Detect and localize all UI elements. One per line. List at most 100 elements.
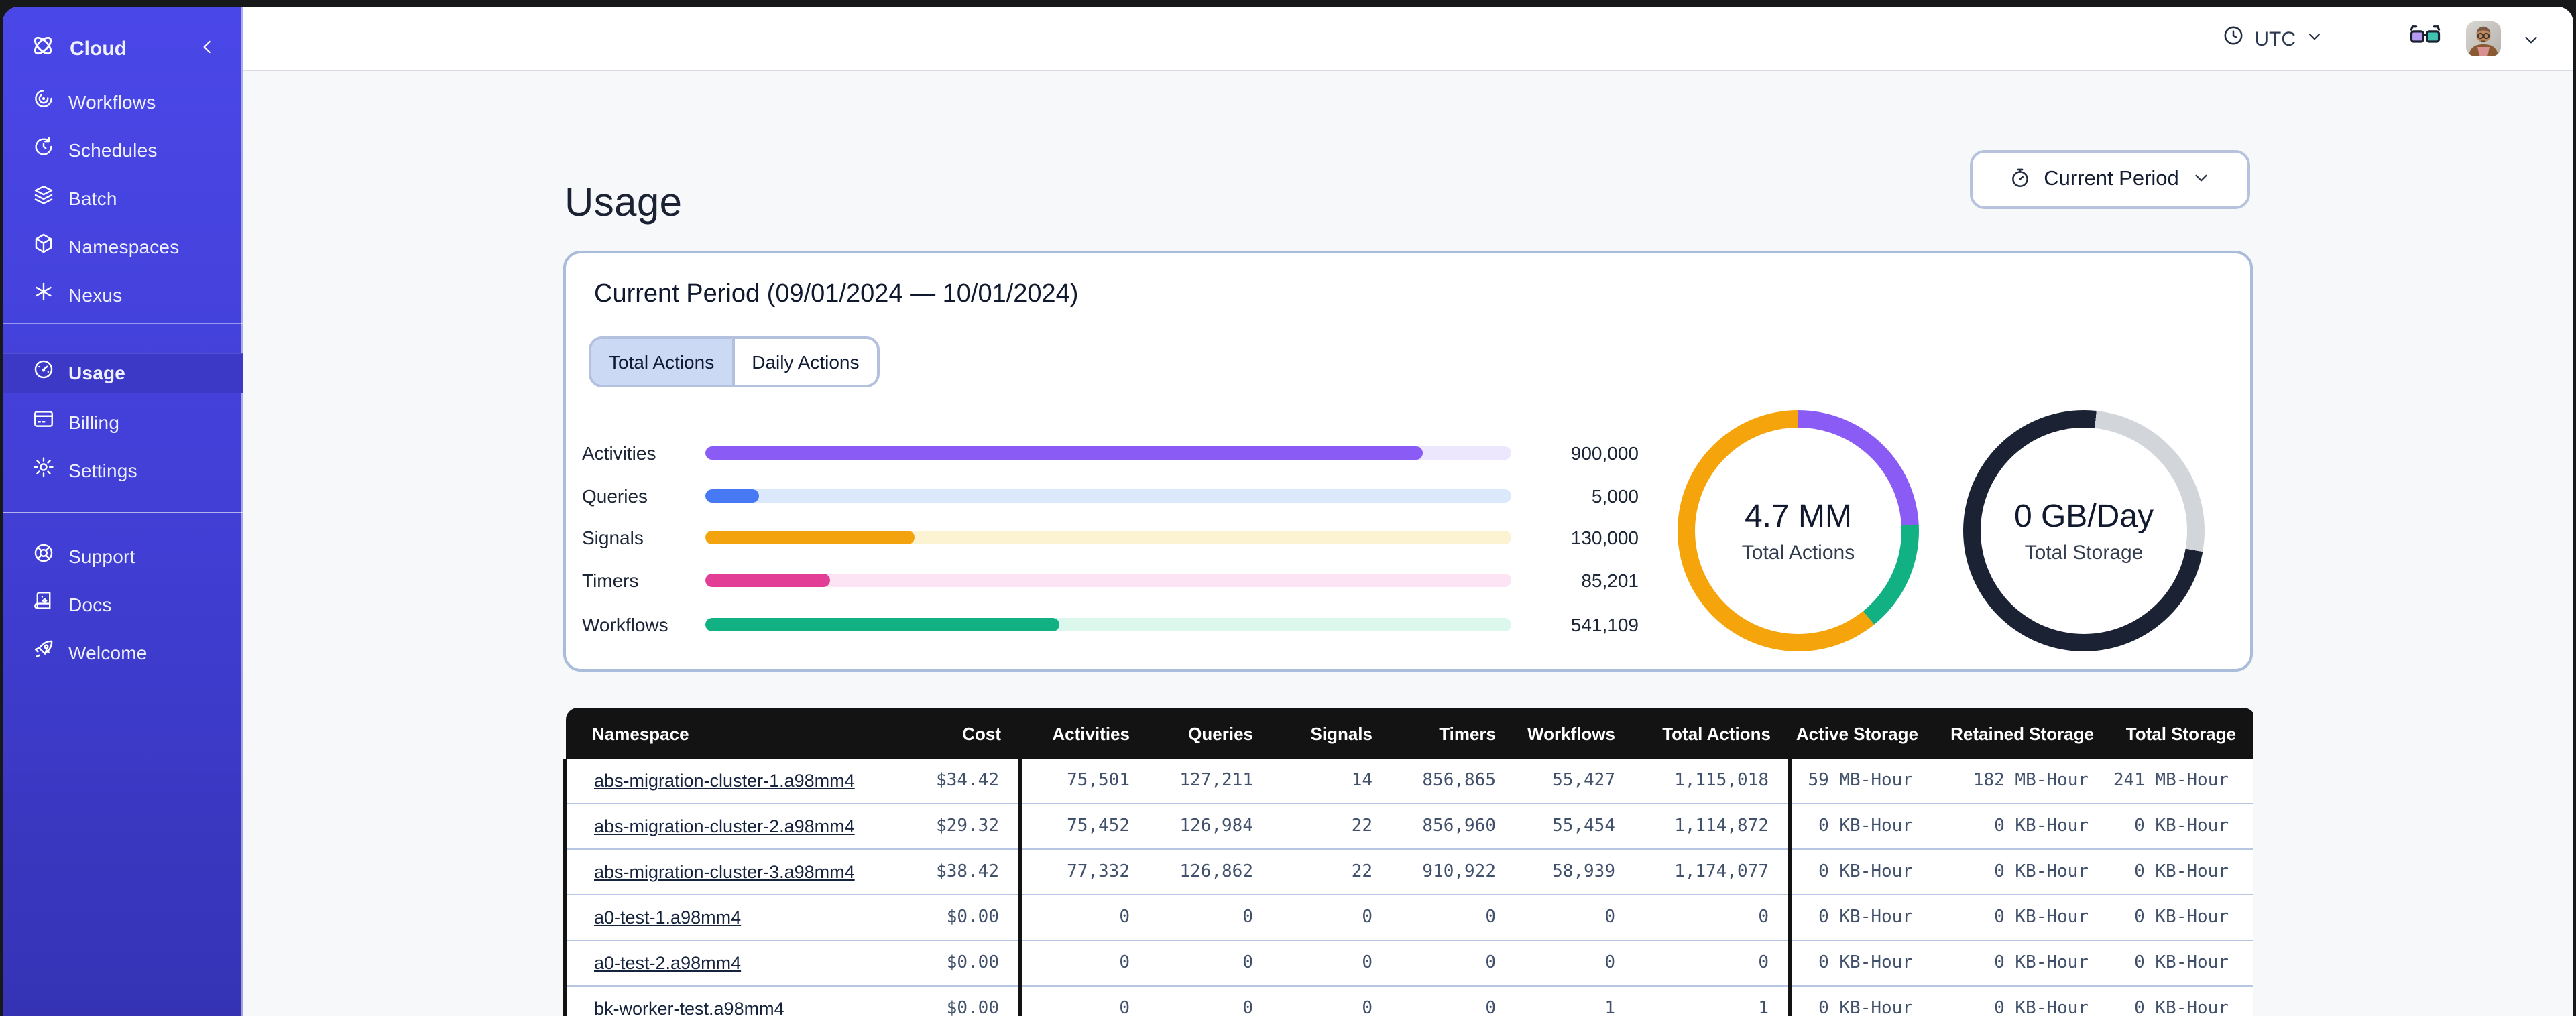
col-workflows: Workflows [1515, 708, 1634, 759]
namespace-link[interactable]: a0-test-2.a98mm4 [594, 953, 741, 973]
sidebar-item-welcome[interactable]: Welcome [3, 633, 243, 673]
table-header-row: Namespace Cost Activities Queries Signal… [565, 708, 2253, 759]
topbar: UTC [243, 7, 2573, 71]
clock-icon [2222, 24, 2245, 54]
cell-timers: 0 [1391, 894, 1515, 940]
cell-total-actions: 1,174,077 [1634, 848, 1792, 895]
bar-row-workflows: Workflows 541,109 [582, 611, 1641, 638]
nexus-icon [32, 280, 55, 310]
billing-icon [32, 407, 55, 437]
bar-track [705, 446, 1511, 460]
cell-workflows: 0 [1515, 940, 1634, 986]
cell-workflows: 58,939 [1515, 848, 1634, 895]
cell-signals: 0 [1272, 985, 1391, 1016]
bar-value: 85,201 [1581, 570, 1639, 591]
sidebar-item-settings[interactable]: Settings [3, 450, 243, 491]
cell-active-storage: 0 KB-Hour [1790, 940, 1937, 986]
bar-row-signals: Signals 130,000 [582, 524, 1641, 551]
bar-row-queries: Queries 5,000 [582, 483, 1641, 509]
namespace-link[interactable]: abs-migration-cluster-2.a98mm4 [594, 816, 855, 836]
timezone-selector[interactable]: UTC [2222, 7, 2324, 71]
cell-total-actions: 1,114,872 [1634, 803, 1792, 849]
cell-cost: $29.32 [860, 803, 1022, 849]
cell-total-storage: 0 KB-Hour [2113, 803, 2253, 849]
table-row: abs-migration-cluster-2.a98mm4 $29.32 75… [563, 803, 2253, 849]
app-window: Cloud Workflows Schedules Batch Namespac… [3, 7, 2573, 1016]
page-title: Usage [565, 181, 683, 226]
bar-value: 130,000 [1570, 527, 1639, 548]
cell-cost: $0.00 [860, 985, 1022, 1016]
col-total-storage: Total Storage [2113, 708, 2253, 759]
sidebar-brand[interactable]: Cloud [3, 28, 243, 68]
cell-retained-storage: 0 KB-Hour [1937, 985, 2113, 1016]
cell-cost: $38.42 [860, 848, 1022, 895]
collapse-sidebar-chevron[interactable] [197, 36, 219, 64]
cell-signals: 0 [1272, 894, 1391, 940]
sidebar-item-docs[interactable]: Docs [3, 584, 243, 625]
sidebar-item-support[interactable]: Support [3, 536, 243, 576]
avatar[interactable] [2466, 21, 2501, 56]
sidebar-item-label: Namespaces [68, 236, 180, 257]
col-signals: Signals [1272, 708, 1391, 759]
brand-label: Cloud [70, 37, 127, 60]
donut-label: Total Actions [1741, 541, 1855, 564]
cell-workflows: 55,427 [1515, 759, 1634, 804]
table-row: abs-migration-cluster-1.a98mm4 $34.42 75… [563, 759, 2253, 804]
cell-total-actions: 1,115,018 [1634, 759, 1792, 804]
sidebar-item-nexus[interactable]: Nexus [3, 275, 243, 315]
table-row: abs-migration-cluster-3.a98mm4 $38.42 77… [563, 848, 2253, 895]
user-menu-chevron[interactable] [2521, 29, 2541, 56]
sidebar-item-label: Billing [68, 411, 120, 433]
bar-value: 5,000 [1591, 485, 1639, 507]
cell-signals: 22 [1272, 803, 1391, 849]
bar-fill [705, 618, 1060, 631]
cell-activities: 75,501 [1020, 759, 1149, 804]
namespace-link[interactable]: abs-migration-cluster-1.a98mm4 [594, 771, 855, 791]
cell-timers: 910,922 [1391, 848, 1515, 895]
sidebar-item-label: Settings [68, 460, 137, 481]
period-selector-button[interactable]: Current Period [1970, 150, 2250, 209]
cell-queries: 126,984 [1149, 803, 1272, 849]
namespace-usage-table: Namespace Cost Activities Queries Signal… [563, 708, 2253, 1016]
col-namespace: Namespace [565, 708, 860, 759]
sidebar-item-billing[interactable]: Billing [3, 402, 243, 442]
welcome-icon [32, 638, 55, 668]
cell-workflows: 55,454 [1515, 803, 1634, 849]
docs-icon [32, 590, 55, 619]
cell-signals: 22 [1272, 848, 1391, 895]
bar-track [705, 574, 1511, 587]
sidebar-divider [3, 512, 243, 513]
sidebar-divider [3, 323, 243, 324]
bar-label: Activities [582, 442, 656, 464]
cell-total-storage: 0 KB-Hour [2113, 894, 2253, 940]
sidebar-item-batch[interactable]: Batch [3, 178, 243, 218]
tab-total-actions[interactable]: Total Actions [591, 339, 732, 385]
namespace-link[interactable]: a0-test-1.a98mm4 [594, 907, 741, 928]
cell-queries: 0 [1149, 985, 1272, 1016]
usage-icon [32, 358, 55, 387]
sidebar-item-workflows[interactable]: Workflows [3, 82, 243, 122]
cell-activities: 75,452 [1020, 803, 1149, 849]
cell-retained-storage: 0 KB-Hour [1937, 940, 2113, 986]
sidebar-item-label: Support [68, 546, 135, 567]
total-storage-donut: 0 GB/Day Total Storage [1963, 410, 2205, 651]
sidebar-item-usage[interactable]: Usage [3, 353, 243, 393]
bar-label: Timers [582, 570, 639, 591]
cell-retained-storage: 0 KB-Hour [1937, 894, 2113, 940]
col-cost: Cost [860, 708, 1020, 759]
sidebar-item-schedules[interactable]: Schedules [3, 130, 243, 170]
namespace-link[interactable]: abs-migration-cluster-3.a98mm4 [594, 862, 855, 882]
bar-track [705, 618, 1511, 631]
sidebar-item-namespaces[interactable]: Namespaces [3, 227, 243, 267]
tab-daily-actions[interactable]: Daily Actions [731, 339, 877, 385]
bar-row-activities: Activities 900,000 [582, 440, 1641, 466]
table-row: bk-worker-test.a98mm4 $0.00 0 0 0 0 1 1 … [563, 985, 2253, 1016]
namespace-link[interactable]: bk-worker-test.a98mm4 [594, 999, 784, 1016]
timezone-label: UTC [2254, 27, 2296, 50]
cell-total-storage: 241 MB-Hour [2113, 759, 2253, 804]
table-row: a0-test-2.a98mm4 $0.00 0 0 0 0 0 0 0 KB-… [563, 940, 2253, 986]
cell-timers: 856,865 [1391, 759, 1515, 804]
labs-toggle[interactable] [2404, 21, 2445, 56]
col-activities: Activities [1020, 708, 1149, 759]
cell-total-storage: 0 KB-Hour [2113, 940, 2253, 986]
